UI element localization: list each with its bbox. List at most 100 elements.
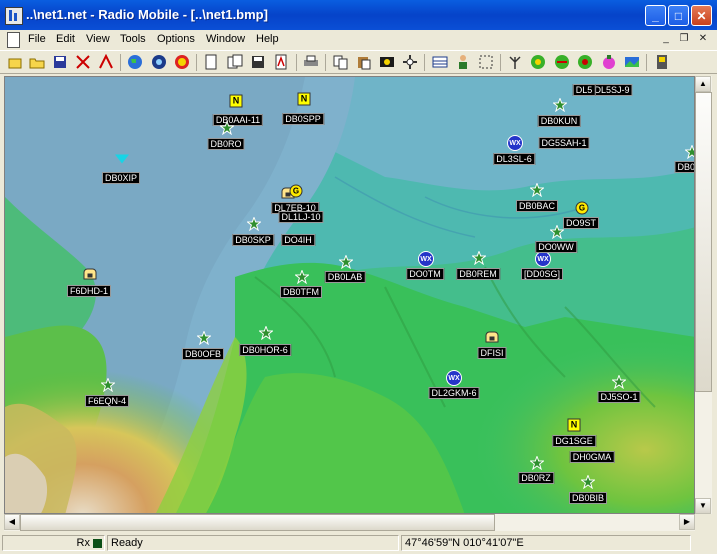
menu-window[interactable]: Window: [206, 33, 245, 45]
grid-icon[interactable]: [432, 54, 448, 70]
copy-map-icon[interactable]: [227, 54, 243, 70]
gateway-icon[interactable]: G: [575, 201, 589, 215]
weather-station-icon[interactable]: WX: [535, 251, 551, 267]
map-view[interactable]: N DB0AAI-11 N DB0SPP DB0RO DB0XIP DL7EB-10 G DL1…: [4, 76, 695, 514]
pink-icon[interactable]: [601, 54, 617, 70]
page-icon[interactable]: [203, 54, 219, 70]
node-icon[interactable]: N: [229, 94, 243, 108]
station-label[interactable]: F6DHD-1: [66, 285, 112, 297]
station-label[interactable]: DB0F: [674, 161, 694, 173]
station-star-icon[interactable]: [219, 120, 235, 136]
colors-icon[interactable]: [174, 54, 190, 70]
antenna-icon[interactable]: [507, 54, 523, 70]
station-label[interactable]: DB0KUN: [537, 115, 581, 127]
station-star-icon[interactable]: [338, 254, 354, 270]
menu-help[interactable]: Help: [256, 33, 279, 45]
green-circle-icon[interactable]: [530, 54, 546, 70]
station-star-icon[interactable]: [471, 250, 487, 266]
station-star-icon[interactable]: [549, 224, 565, 240]
minimize-button[interactable]: _: [645, 5, 666, 26]
station-label[interactable]: DB0REM: [456, 268, 500, 280]
station-label[interactable]: DL5: [572, 84, 596, 96]
station-label[interactable]: DB0XIP: [101, 172, 141, 184]
house-icon[interactable]: [485, 331, 499, 343]
save-map-icon[interactable]: [250, 54, 266, 70]
station-label[interactable]: F6EQN-4: [84, 395, 130, 407]
scroll-left-button[interactable]: ◀: [4, 514, 20, 530]
station-star-icon[interactable]: [580, 474, 596, 490]
node-icon[interactable]: N: [297, 92, 311, 106]
station-star-icon[interactable]: [294, 269, 310, 285]
vertical-scrollbar[interactable]: ▲ ▼: [695, 76, 712, 514]
station-label[interactable]: DO0TM: [406, 268, 444, 280]
station-label[interactable]: DB0HOR-6: [239, 344, 291, 356]
menu-file[interactable]: File: [28, 33, 46, 45]
station-star-icon[interactable]: [246, 216, 262, 232]
station-label[interactable]: DL2GKM-6: [428, 387, 480, 399]
station-label[interactable]: DB0OFB: [181, 348, 225, 360]
print-icon[interactable]: [303, 54, 319, 70]
app-icon[interactable]: [5, 7, 23, 25]
maximize-button[interactable]: □: [668, 5, 689, 26]
station-label[interactable]: DG5SAH-1: [538, 137, 590, 149]
station-star-icon[interactable]: [100, 377, 116, 393]
vertical-scroll-thumb[interactable]: [695, 92, 712, 392]
station-label[interactable]: DB0LAB: [324, 271, 366, 283]
station-label[interactable]: DB0BAC: [515, 200, 559, 212]
map-properties-icon[interactable]: [151, 54, 167, 70]
triangle-marker-icon[interactable]: [115, 154, 129, 164]
save-icon[interactable]: [52, 54, 68, 70]
station-label[interactable]: DJ5SO-1: [597, 391, 641, 403]
menu-tools[interactable]: Tools: [120, 33, 146, 45]
new-icon[interactable]: [7, 54, 23, 70]
weather-station-icon[interactable]: WX: [507, 135, 523, 151]
station-label[interactable]: DB0BIB: [568, 492, 608, 504]
station-star-icon[interactable]: [258, 325, 274, 341]
gateway-icon[interactable]: G: [289, 184, 303, 198]
document-icon[interactable]: [7, 32, 20, 48]
weather-station-icon[interactable]: WX: [418, 251, 434, 267]
station-star-icon[interactable]: [196, 330, 212, 346]
station-label[interactable]: DO9ST: [562, 217, 600, 229]
house-icon[interactable]: [83, 268, 97, 280]
station-label[interactable]: DO4IH: [281, 234, 315, 246]
exit-icon[interactable]: [654, 54, 670, 70]
mdi-close-button[interactable]: ✕: [696, 33, 710, 46]
scroll-right-button[interactable]: ▶: [679, 514, 695, 530]
station-label[interactable]: DFISI: [477, 347, 507, 359]
menu-view[interactable]: View: [86, 33, 110, 45]
station-label[interactable]: DO0WW: [535, 241, 577, 253]
station-star-icon[interactable]: [529, 182, 545, 198]
station-label[interactable]: DB0SKP: [232, 234, 274, 246]
mdi-restore-button[interactable]: ❐: [677, 33, 691, 46]
close-button[interactable]: ✕: [691, 5, 712, 26]
horizontal-scroll-thumb[interactable]: [20, 514, 495, 531]
merge-icon[interactable]: [379, 54, 395, 70]
station-label[interactable]: DB0RO: [207, 138, 245, 150]
net-properties-icon[interactable]: [75, 54, 91, 70]
radio-link-icon[interactable]: [98, 53, 114, 70]
person-icon[interactable]: [455, 54, 471, 70]
station-label[interactable]: DL1LJ-10: [278, 211, 324, 223]
image-icon[interactable]: [624, 54, 640, 70]
station-star-icon[interactable]: [684, 144, 694, 160]
scroll-down-button[interactable]: ▼: [695, 498, 711, 514]
horizontal-scrollbar[interactable]: ◀ ▶: [4, 514, 695, 531]
menu-options[interactable]: Options: [157, 33, 195, 45]
title-bar[interactable]: ..\net1.net - Radio Mobile - [..\net1.bm…: [0, 0, 717, 30]
center-icon[interactable]: [402, 54, 418, 70]
station-label[interactable]: DB0TFM: [280, 286, 322, 298]
world-icon[interactable]: [127, 54, 143, 70]
station-label[interactable]: DB0RZ: [518, 472, 554, 484]
station-star-icon[interactable]: [611, 374, 627, 390]
node-icon[interactable]: N: [567, 418, 581, 432]
copy-icon[interactable]: [333, 54, 349, 70]
open-icon[interactable]: [29, 54, 45, 70]
mdi-minimize-button[interactable]: _: [659, 33, 673, 46]
station-label[interactable]: [DD0SG]: [520, 268, 564, 280]
paste-icon[interactable]: [356, 54, 372, 70]
station-label[interactable]: DH0GMA: [569, 451, 615, 463]
scroll-up-button[interactable]: ▲: [695, 76, 711, 92]
weather-station-icon[interactable]: WX: [446, 370, 462, 386]
pdf-icon[interactable]: [273, 54, 289, 70]
